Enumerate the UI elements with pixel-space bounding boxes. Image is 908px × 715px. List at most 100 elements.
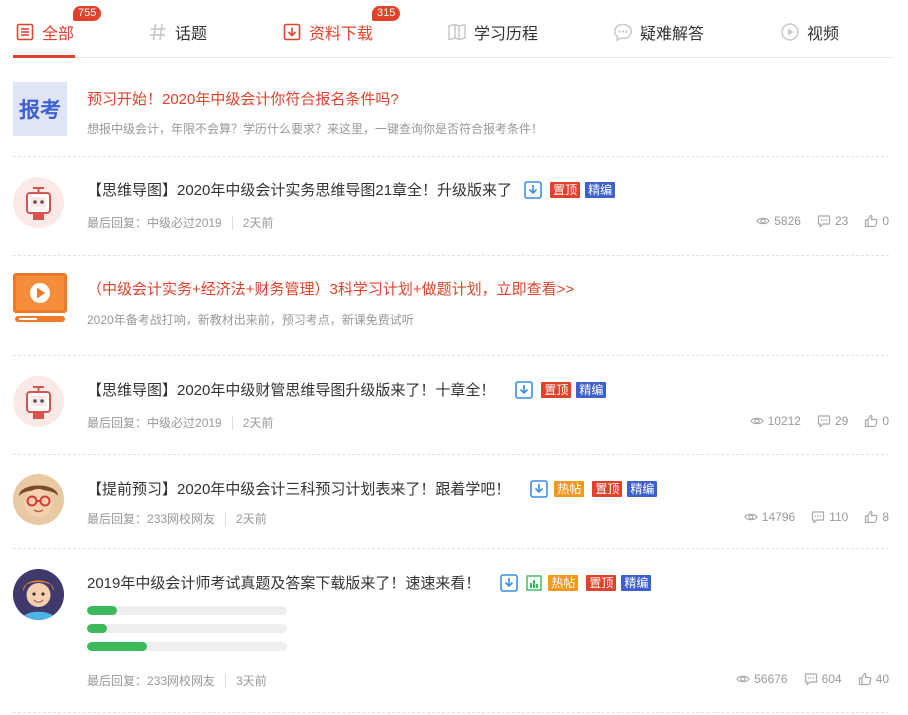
tab-label: 视频: [807, 26, 840, 43]
video-course-banner: [13, 273, 67, 325]
last-reply-user[interactable]: 233网校网友: [147, 672, 215, 689]
tab-all[interactable]: 全部 755: [15, 6, 102, 44]
reply-time: 3天前: [236, 674, 267, 688]
like-count[interactable]: 0: [864, 214, 889, 228]
featured-tag: 精编: [585, 181, 616, 198]
last-reply-label: 最后回复：: [87, 216, 148, 230]
ad-logo-text: 报考: [19, 99, 61, 122]
thread-stats: 10212 29 0: [734, 414, 889, 428]
pinned-tag: 置顶: [586, 574, 617, 591]
thumbs-up-icon: [865, 510, 878, 524]
reply-count: 110: [811, 510, 848, 524]
active-tab-indicator: [13, 55, 75, 58]
like-count[interactable]: 40: [858, 672, 889, 686]
last-reply-user[interactable]: 233网校网友: [147, 510, 215, 527]
ad-row[interactable]: 报考 预习开始！2020年中级会计你符合报名条件吗? 想报中级会计，年限不会算？…: [13, 66, 889, 157]
thumbs-up-icon: [865, 214, 878, 228]
divider: [231, 215, 233, 230]
like-count[interactable]: 8: [864, 510, 889, 524]
thread-title-text: 2019年中级会计师考试真题及答案下载版来了！速速来看！: [87, 575, 481, 592]
ad-title[interactable]: 预习开始！2020年中级会计你符合报名条件吗?: [87, 88, 399, 109]
thread-title-text: 【提前预习】2020年中级会计三科预习计划表来了！跟着学吧！: [87, 481, 511, 498]
eye-icon: [744, 513, 758, 521]
play-icon: [780, 22, 800, 42]
book-icon: [447, 22, 467, 42]
ad-description: 2020年备考战打响，新教材出来前，预习考点，新课免费试听: [87, 313, 414, 327]
pinned-tag: 置顶: [541, 381, 572, 398]
last-reply-user[interactable]: 中级必过2019: [147, 414, 222, 431]
last-reply-user[interactable]: 中级必过2019: [147, 214, 222, 231]
download-icon[interactable]: [515, 380, 534, 399]
last-reply-label: 最后回复：: [87, 416, 148, 430]
comment-icon: [812, 511, 825, 524]
thread-title[interactable]: 2019年中级会计师考试真题及答案下载版来了！速速来看！ 热帖 置顶 精编: [87, 572, 652, 593]
thread-stats: 5826 23 0: [740, 214, 889, 228]
ad-description: 想报中级会计，年限不会算？学历什么要求？来这里，一键查询你是否符合报考条件！: [87, 122, 544, 136]
download-icon[interactable]: [524, 180, 542, 199]
progress-bar: [87, 606, 287, 615]
avatar[interactable]: [13, 177, 64, 228]
progress-bar: [87, 642, 287, 651]
tab-qa[interactable]: 疑难解答: [613, 20, 704, 44]
tab-topics[interactable]: 话题: [148, 20, 207, 44]
thread-row[interactable]: 【思维导图】2020年中级会计实务思维导图21章全！升级版来了 置顶 精编 最后…: [13, 157, 889, 256]
tab-downloads[interactable]: 资料下载 315: [282, 6, 401, 44]
thread-stats: 14796 110 8: [728, 510, 889, 524]
thread-meta: 最后回复： 233网校网友 2天前: [87, 510, 267, 527]
thread-title[interactable]: 【思维导图】2020年中级财管思维导图升级版来了！十章全！ 置顶 精编: [87, 379, 607, 400]
pinned-tag: 置顶: [550, 181, 581, 198]
tab-study-progress[interactable]: 学习历程: [447, 20, 538, 44]
poll-chart-icon[interactable]: [526, 574, 543, 591]
tab-label: 话题: [175, 26, 208, 43]
comment-icon: [817, 415, 831, 428]
thread-row[interactable]: 【提前预习】2020年中级会计三科预习计划表来了！跟着学吧！ 热帖 置顶 精编 …: [13, 455, 889, 549]
progress-fill: [87, 624, 107, 633]
ad-row[interactable]: （中级会计实务+经济法+财务管理）3科学习计划+做题计划，立即查看>> 2020…: [13, 256, 889, 356]
count-badge: 755: [73, 6, 102, 21]
thread-stats: 56676 604 40: [720, 672, 889, 686]
thread-meta: 最后回复： 233网校网友 3天前: [87, 672, 267, 689]
eye-icon: [749, 417, 764, 425]
reply-count: 23: [817, 214, 848, 228]
tab-label: 全部: [42, 26, 75, 43]
divider: [231, 415, 233, 430]
reply-time: 2天前: [236, 512, 267, 526]
pinned-tag: 置顶: [592, 480, 623, 497]
reply-time: 2天前: [242, 216, 274, 230]
thread-meta: 最后回复： 中级必过2019 2天前: [87, 414, 273, 431]
comment-icon: [817, 215, 831, 228]
chat-icon: [613, 22, 633, 42]
download-icon[interactable]: [530, 479, 549, 498]
tab-label: 资料下载: [309, 26, 374, 43]
thread-title-text: 【思维导图】2020年中级会计实务思维导图21章全！升级版来了: [87, 182, 513, 199]
featured-tag: 精编: [576, 381, 607, 398]
thread-title-text: 【思维导图】2020年中级财管思维导图升级版来了！十章全！: [87, 382, 496, 399]
tab-video[interactable]: 视频: [780, 20, 839, 44]
download-icon[interactable]: [500, 573, 519, 592]
download-icon: [282, 22, 302, 42]
reply-count: 604: [804, 672, 842, 686]
ad-logo: 报考: [13, 82, 67, 136]
tab-label: 学习历程: [474, 26, 539, 43]
category-tabs: 全部 755 话题 资料下载 315 学习历程 疑难解答 视频: [13, 0, 893, 58]
divider: [225, 673, 227, 688]
progress-fill: [87, 606, 117, 615]
avatar[interactable]: [13, 474, 64, 525]
ad-title[interactable]: （中级会计实务+经济法+财务管理）3科学习计划+做题计划，立即查看>>: [87, 278, 574, 299]
reply-time: 2天前: [242, 416, 274, 430]
thread-title[interactable]: 【提前预习】2020年中级会计三科预习计划表来了！跟着学吧！ 热帖 置顶 精编: [87, 478, 658, 499]
avatar[interactable]: [13, 569, 64, 620]
count-badge: 315: [372, 6, 401, 21]
featured-tag: 精编: [627, 480, 658, 497]
thread-row[interactable]: 2019年中级会计师考试真题及答案下载版来了！速速来看！ 热帖 置顶 精编 最后…: [13, 549, 889, 713]
hot-tag: 热帖: [554, 480, 585, 497]
thread-row[interactable]: 【思维导图】2020年中级财管思维导图升级版来了！十章全！ 置顶 精编 最后回复…: [13, 356, 889, 455]
view-count: 56676: [736, 672, 788, 686]
comment-icon: [804, 673, 817, 686]
like-count[interactable]: 0: [864, 414, 889, 428]
avatar[interactable]: [13, 376, 64, 427]
eye-icon: [736, 675, 750, 683]
list-icon: [15, 22, 35, 42]
thread-title[interactable]: 【思维导图】2020年中级会计实务思维导图21章全！升级版来了 置顶 精编: [87, 179, 616, 200]
last-reply-label: 最后回复：: [87, 674, 148, 688]
